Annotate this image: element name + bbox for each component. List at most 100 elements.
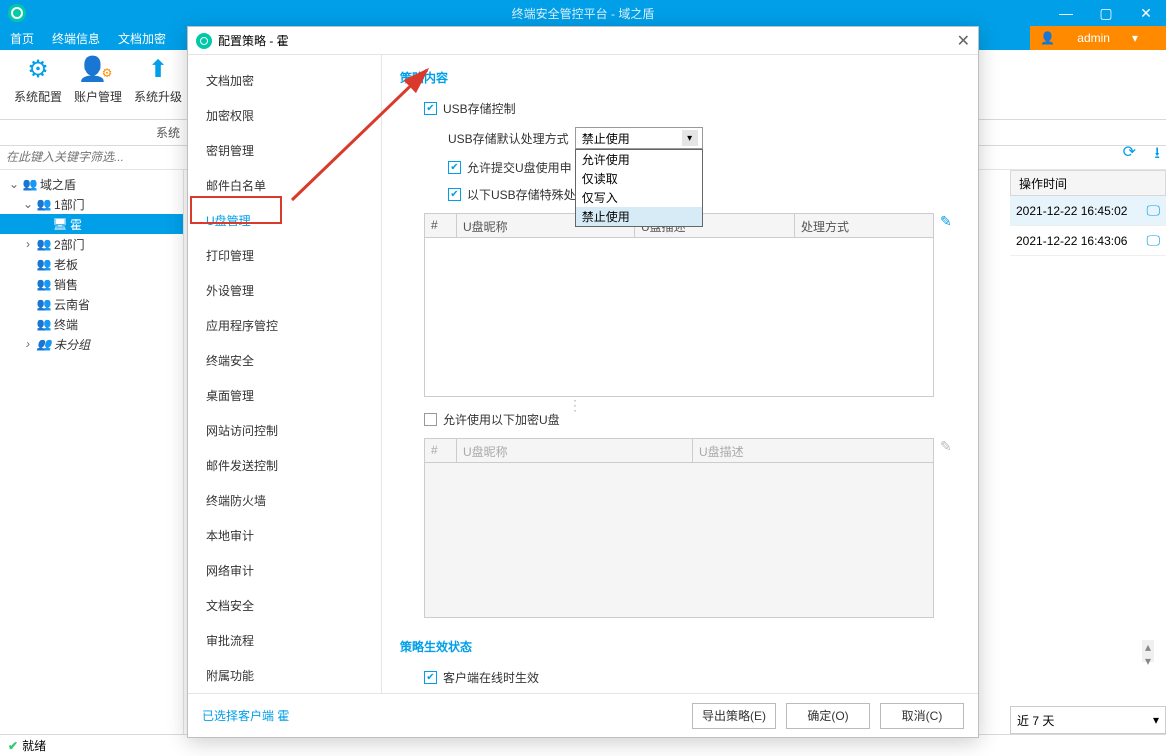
scrollbar[interactable]: ▴▾ (1142, 640, 1154, 662)
chk-allow-submit[interactable]: ✔ (448, 161, 461, 174)
cat-doc-encrypt[interactable]: 文档加密 (188, 63, 381, 98)
lbl-allow-encrypted: 允许使用以下加密U盘 (443, 411, 560, 428)
table-body (425, 238, 933, 396)
tree-node-boss[interactable]: 👥 老板 (0, 254, 183, 274)
col-nickname: U盘昵称 (457, 439, 693, 462)
selected-client-label: 已选择客户端 霍 (202, 707, 289, 724)
chk-client-online[interactable]: ✔ (424, 671, 437, 684)
dialog-title-bar: 配置策略 - 霍 ✕ (188, 27, 978, 55)
select-dropdown: 允许使用 仅读取 仅写入 禁止使用 (575, 149, 703, 227)
dialog-icon (196, 33, 212, 49)
cat-encrypt-perm[interactable]: 加密权限 (188, 98, 381, 133)
cat-desktop-mgmt[interactable]: 桌面管理 (188, 378, 381, 413)
col-handle: 处理方式 (795, 214, 933, 237)
menu-doc-encrypt[interactable]: 文档加密 (118, 30, 166, 47)
ribbon-system-config[interactable]: ⚙ 系统配置 (8, 54, 68, 105)
tree-twisty[interactable]: ⌄ (22, 197, 34, 211)
download-icon[interactable]: ⭳ (1154, 142, 1160, 169)
window-maximize-button[interactable]: ▢ (1086, 0, 1126, 26)
user-icon: 👤 (1040, 31, 1055, 45)
ops-row[interactable]: 2021-12-22 16:45:02 🖵 (1010, 196, 1166, 226)
group-icon: 👥 (36, 197, 52, 211)
ribbon-account-mgmt[interactable]: 👤⚙ 账户管理 (68, 54, 128, 105)
chk-usb-control[interactable]: ✔ (424, 102, 437, 115)
org-tree: ⌄ 👥 域之盾 ⌄ 👥 1部门 🖥 霍 › 👥 2部门 👥 老板 👥 销售 (0, 170, 184, 734)
window-close-button[interactable]: ✕ (1126, 0, 1166, 26)
refresh-icon[interactable]: ⟳ (1123, 142, 1136, 162)
chevron-down-icon: ▾ (1132, 31, 1138, 45)
cat-print-mgmt[interactable]: 打印管理 (188, 238, 381, 273)
cat-firewall[interactable]: 终端防火墙 (188, 483, 381, 518)
group-icon: 👥 (36, 237, 52, 251)
ok-button[interactable]: 确定(O) (786, 703, 870, 729)
tree-node-dept1[interactable]: ⌄ 👥 1部门 (0, 194, 183, 214)
cat-peripheral-mgmt[interactable]: 外设管理 (188, 273, 381, 308)
group-icon: 👥 (36, 297, 52, 311)
cancel-button[interactable]: 取消(C) (880, 703, 964, 729)
chk-special[interactable]: ✔ (448, 188, 461, 201)
option-writeonly[interactable]: 仅写入 (576, 188, 702, 207)
tree-node-sales[interactable]: 👥 销售 (0, 274, 183, 294)
tree-node-huo[interactable]: 🖥 霍 (0, 214, 183, 234)
col-index: # (425, 214, 457, 237)
cat-network-audit[interactable]: 网络审计 (188, 553, 381, 588)
policy-config-dialog: 配置策略 - 霍 ✕ 文档加密 加密权限 密钥管理 邮件白名单 U盘管理 打印管… (187, 26, 979, 738)
window-minimize-button[interactable]: — (1046, 0, 1086, 26)
tree-node-terminal[interactable]: 👥 终端 (0, 314, 183, 334)
cat-extra[interactable]: 附属功能 (188, 658, 381, 693)
select-default-handle[interactable]: 禁止使用 ▾ (575, 127, 703, 149)
pc-icon: 🖥 (52, 217, 68, 231)
cat-local-audit[interactable]: 本地审计 (188, 518, 381, 553)
cat-app-control[interactable]: 应用程序管控 (188, 308, 381, 343)
app-title: 终端安全管控平台 - 域之盾 (512, 5, 655, 22)
cat-web-control[interactable]: 网站访问控制 (188, 413, 381, 448)
tree-search-input[interactable] (0, 146, 180, 168)
usb-encrypted-table: # U盘昵称 U盘描述 (424, 438, 934, 618)
ops-row[interactable]: 2021-12-22 16:43:06 🖵 (1010, 226, 1166, 256)
menu-terminal-info[interactable]: 终端信息 (52, 30, 100, 47)
dialog-footer: 已选择客户端 霍 导出策略(E) 确定(O) 取消(C) (188, 693, 978, 737)
cat-mail-send-control[interactable]: 邮件发送控制 (188, 448, 381, 483)
cat-usb-mgmt[interactable]: U盘管理 (188, 203, 381, 238)
chevron-down-icon: ▾ (1153, 713, 1159, 727)
lbl-special: 以下USB存储特殊处 (467, 186, 576, 203)
gear-icon: ⚙ (8, 54, 68, 84)
tree-root[interactable]: ⌄ 👥 域之盾 (0, 174, 183, 194)
edit-icon[interactable]: ✎ (940, 213, 952, 230)
status-text: 就绪 (22, 737, 46, 754)
ribbon-system-upgrade[interactable]: ⬆ 系统升级 (128, 54, 188, 105)
option-readonly[interactable]: 仅读取 (576, 169, 702, 188)
group-icon: 👥 (36, 277, 52, 291)
group-icon: 👥 (22, 177, 38, 191)
chk-allow-encrypted[interactable]: ✔ (424, 413, 437, 426)
edit-icon[interactable]: ✎ (940, 438, 952, 455)
tree-node-dept2[interactable]: › 👥 2部门 (0, 234, 183, 254)
menu-home[interactable]: 首页 (10, 30, 34, 47)
cat-doc-security[interactable]: 文档安全 (188, 588, 381, 623)
tree-twisty[interactable]: › (22, 337, 34, 351)
user-name: admin (1077, 31, 1110, 45)
cat-terminal-security[interactable]: 终端安全 (188, 343, 381, 378)
group-icon: 👥 (36, 337, 52, 351)
lbl-usb-control: USB存储控制 (443, 100, 516, 117)
user-badge[interactable]: 👤 admin ▾ (1030, 26, 1166, 50)
resize-handle-icon[interactable]: ⋮ (568, 397, 580, 414)
export-policy-button[interactable]: 导出策略(E) (692, 703, 776, 729)
monitor-icon: 🖵 (1147, 202, 1161, 219)
tree-twisty[interactable]: ⌄ (8, 177, 20, 191)
option-allow[interactable]: 允许使用 (576, 150, 702, 169)
tree-node-unassigned[interactable]: › 👥 未分组 (0, 334, 183, 354)
table-body (425, 463, 933, 617)
option-forbid[interactable]: 禁止使用 (576, 207, 702, 226)
monitor-icon: 🖵 (1147, 232, 1161, 249)
cat-key-mgmt[interactable]: 密钥管理 (188, 133, 381, 168)
tree-twisty[interactable]: › (22, 237, 34, 251)
group-icon: 👥 (36, 257, 52, 271)
user-gear-icon: 👤⚙ (68, 54, 128, 84)
dialog-close-button[interactable]: ✕ (957, 31, 970, 51)
tree-node-yunnan[interactable]: 👥 云南省 (0, 294, 183, 314)
recent-range-select[interactable]: 近 7 天 ▾ (1010, 706, 1166, 734)
cat-mail-whitelist[interactable]: 邮件白名单 (188, 168, 381, 203)
cat-approval-flow[interactable]: 审批流程 (188, 623, 381, 658)
group-icon: 👥 (36, 317, 52, 331)
